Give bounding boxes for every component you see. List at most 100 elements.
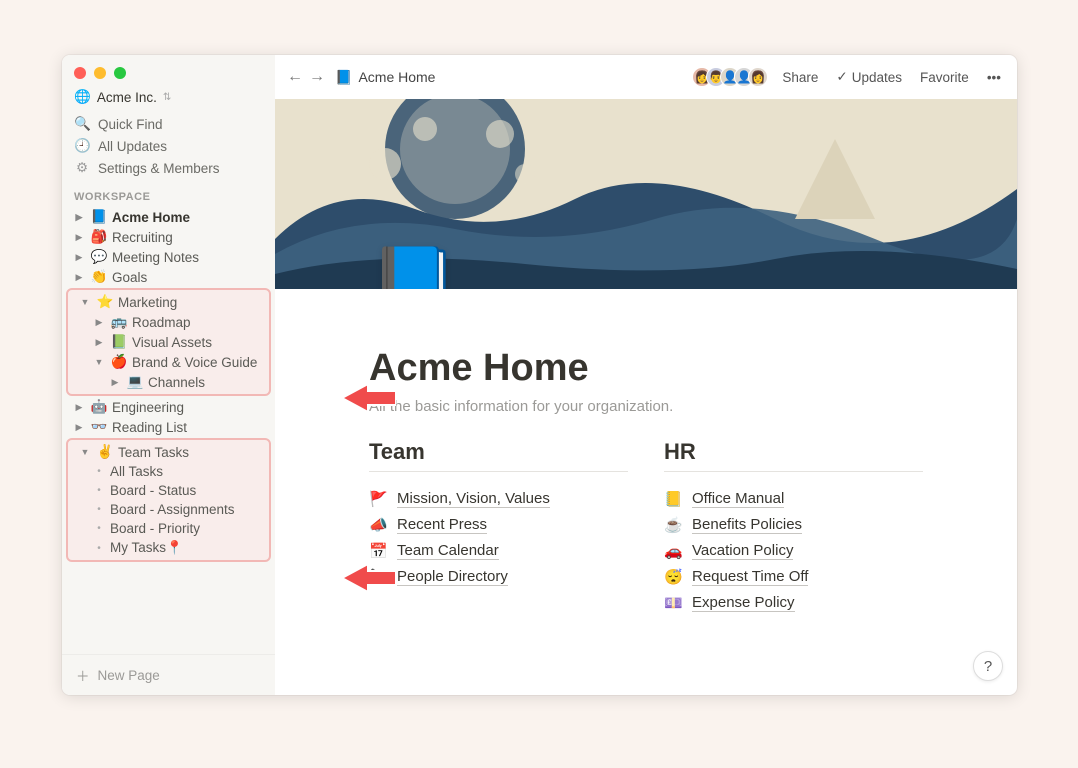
chevron-up-down-icon: ⇅ xyxy=(163,92,171,103)
search-icon: 🔍 xyxy=(74,116,90,132)
new-page-button[interactable]: ＋ New Page xyxy=(62,654,275,695)
page-roadmap[interactable]: ▶ 🚌 Roadmap xyxy=(68,312,269,332)
chevron-down-icon[interactable]: ▼ xyxy=(78,447,92,457)
chevron-down-icon[interactable]: ▼ xyxy=(92,357,106,367)
page-icon[interactable]: 📘 xyxy=(369,242,459,289)
chevron-right-icon[interactable]: ▶ xyxy=(72,252,86,263)
hr-link[interactable]: 😴Request Time Off xyxy=(664,564,923,590)
share-button[interactable]: Share xyxy=(778,68,822,87)
bus-icon: 🚌 xyxy=(110,314,128,330)
page-description[interactable]: All the basic information for your organ… xyxy=(369,398,923,415)
view-board-assignments[interactable]: • Board - Assignments xyxy=(68,500,269,519)
breadcrumb[interactable]: 📘 Acme Home xyxy=(335,69,435,86)
backpack-icon: 🎒 xyxy=(90,229,108,245)
page-reading-list[interactable]: ▶ 👓 Reading List xyxy=(62,417,275,437)
view-board-priority[interactable]: • Board - Priority xyxy=(68,519,269,538)
link-label[interactable]: Benefits Policies xyxy=(692,516,802,534)
updates-button[interactable]: ✓ Updates xyxy=(832,67,906,87)
robot-icon: 🤖 xyxy=(90,399,108,415)
window-minimize[interactable] xyxy=(94,67,106,79)
link-label[interactable]: Recent Press xyxy=(397,516,487,534)
main-content: ← → 📘 Acme Home 👩 👨 👤 👤 👩 Share ✓ Update… xyxy=(275,55,1017,695)
more-menu[interactable]: ••• xyxy=(983,68,1005,87)
cover-image[interactable]: 📘 xyxy=(275,99,1017,289)
forward-button[interactable]: → xyxy=(309,68,325,86)
laptop-icon: 💻 xyxy=(126,374,144,390)
emoji-icon: 📒 xyxy=(664,490,684,508)
page-channels[interactable]: ▶ 💻 Channels xyxy=(68,372,269,392)
quick-find[interactable]: 🔍 Quick Find xyxy=(62,113,275,135)
window-close[interactable] xyxy=(74,67,86,79)
page-marketing[interactable]: ▼ ⭐ Marketing xyxy=(68,292,269,312)
view-my-tasks[interactable]: • My Tasks📍 xyxy=(68,538,269,558)
app-window: 🌐 Acme Inc. ⇅ 🔍 Quick Find 🕘 All Updates… xyxy=(62,55,1017,695)
page-acme-home[interactable]: ▶ 📘 Acme Home xyxy=(62,207,275,227)
traffic-lights xyxy=(62,55,275,85)
link-label[interactable]: People Directory xyxy=(397,568,508,586)
page-label: Marketing xyxy=(118,295,177,310)
hr-link[interactable]: 💷 Expense Policy xyxy=(664,590,923,616)
chevron-right-icon[interactable]: ▶ xyxy=(72,212,86,223)
view-board-status[interactable]: • Board - Status xyxy=(68,481,269,500)
page-visual-assets[interactable]: ▶ 📗 Visual Assets xyxy=(68,332,269,352)
emoji-icon: 🚗 xyxy=(664,542,684,560)
team-column: Team 🚩Mission, Vision, Values📣Recent Pre… xyxy=(369,439,628,616)
page-label: Roadmap xyxy=(132,315,191,330)
chevron-right-icon[interactable]: ▶ xyxy=(92,317,106,328)
favorite-button[interactable]: Favorite xyxy=(916,68,973,87)
emoji-icon: 📣 xyxy=(369,516,389,534)
settings-members[interactable]: ⚙ Settings & Members xyxy=(62,157,275,179)
page-brand-voice[interactable]: ▼ 🍎 Brand & Voice Guide xyxy=(68,352,269,372)
help-label: ? xyxy=(984,658,992,675)
page-recruiting[interactable]: ▶ 🎒 Recruiting xyxy=(62,227,275,247)
back-button[interactable]: ← xyxy=(287,68,303,86)
presence-avatars[interactable]: 👩 👨 👤 👤 👩 xyxy=(692,67,768,87)
page-label: Recruiting xyxy=(112,230,173,245)
bullet-icon: • xyxy=(92,543,106,554)
callout-arrow xyxy=(342,560,396,596)
page-goals[interactable]: ▶ 👏 Goals xyxy=(62,267,275,287)
chevron-right-icon[interactable]: ▶ xyxy=(72,232,86,243)
clap-icon: 👏 xyxy=(90,269,108,285)
page-label: Acme Home xyxy=(112,210,190,225)
page-title[interactable]: Acme Home xyxy=(369,347,923,390)
link-label[interactable]: Expense Policy xyxy=(692,594,795,612)
chevron-right-icon[interactable]: ▶ xyxy=(72,422,86,433)
workspace-section-label: WORKSPACE xyxy=(62,179,275,207)
link-label[interactable]: Request Time Off xyxy=(692,568,808,586)
chevron-right-icon[interactable]: ▶ xyxy=(92,337,106,348)
view-label: All Tasks xyxy=(110,464,163,479)
all-updates-label: All Updates xyxy=(98,139,167,154)
view-all-tasks[interactable]: • All Tasks xyxy=(68,462,269,481)
peace-icon: ✌️ xyxy=(96,444,114,460)
chevron-right-icon[interactable]: ▶ xyxy=(72,402,86,413)
team-link[interactable]: 📣 Recent Press xyxy=(369,512,628,538)
window-zoom[interactable] xyxy=(114,67,126,79)
page-meeting-notes[interactable]: ▶ 💬 Meeting Notes xyxy=(62,247,275,267)
emoji-icon: 💷 xyxy=(664,594,684,612)
chevron-down-icon[interactable]: ▼ xyxy=(78,297,92,307)
highlight-marketing: ▼ ⭐ Marketing ▶ 🚌 Roadmap ▶ 📗 Visual Ass… xyxy=(66,288,271,396)
link-label[interactable]: Office Manual xyxy=(692,490,784,508)
hr-link[interactable]: ☕Benefits Policies xyxy=(664,512,923,538)
link-label[interactable]: Team Calendar xyxy=(397,542,499,560)
team-link[interactable]: 🚩Mission, Vision, Values xyxy=(369,486,628,512)
workspace-switcher[interactable]: 🌐 Acme Inc. ⇅ xyxy=(62,85,275,113)
page-team-tasks[interactable]: ▼ ✌️ Team Tasks xyxy=(68,442,269,462)
chevron-right-icon[interactable]: ▶ xyxy=(108,377,122,388)
clock-icon: 🕘 xyxy=(74,138,90,154)
page-engineering[interactable]: ▶ 🤖 Engineering xyxy=(62,397,275,417)
all-updates[interactable]: 🕘 All Updates xyxy=(62,135,275,157)
bullet-icon: • xyxy=(92,485,106,496)
team-link[interactable]: 📅Team Calendar xyxy=(369,538,628,564)
link-label[interactable]: Vacation Policy xyxy=(692,542,793,560)
chevron-right-icon[interactable]: ▶ xyxy=(72,272,86,283)
help-button[interactable]: ? xyxy=(973,651,1003,681)
hr-link[interactable]: 📒 Office Manual xyxy=(664,486,923,512)
notebook-icon: 📘 xyxy=(335,69,352,86)
hr-link[interactable]: 🚗 Vacation Policy xyxy=(664,538,923,564)
globe-icon: 🌐 xyxy=(74,89,91,105)
link-label[interactable]: Mission, Vision, Values xyxy=(397,490,550,508)
page-label: Channels xyxy=(148,375,205,390)
team-link[interactable]: 📞People Directory xyxy=(369,564,628,590)
